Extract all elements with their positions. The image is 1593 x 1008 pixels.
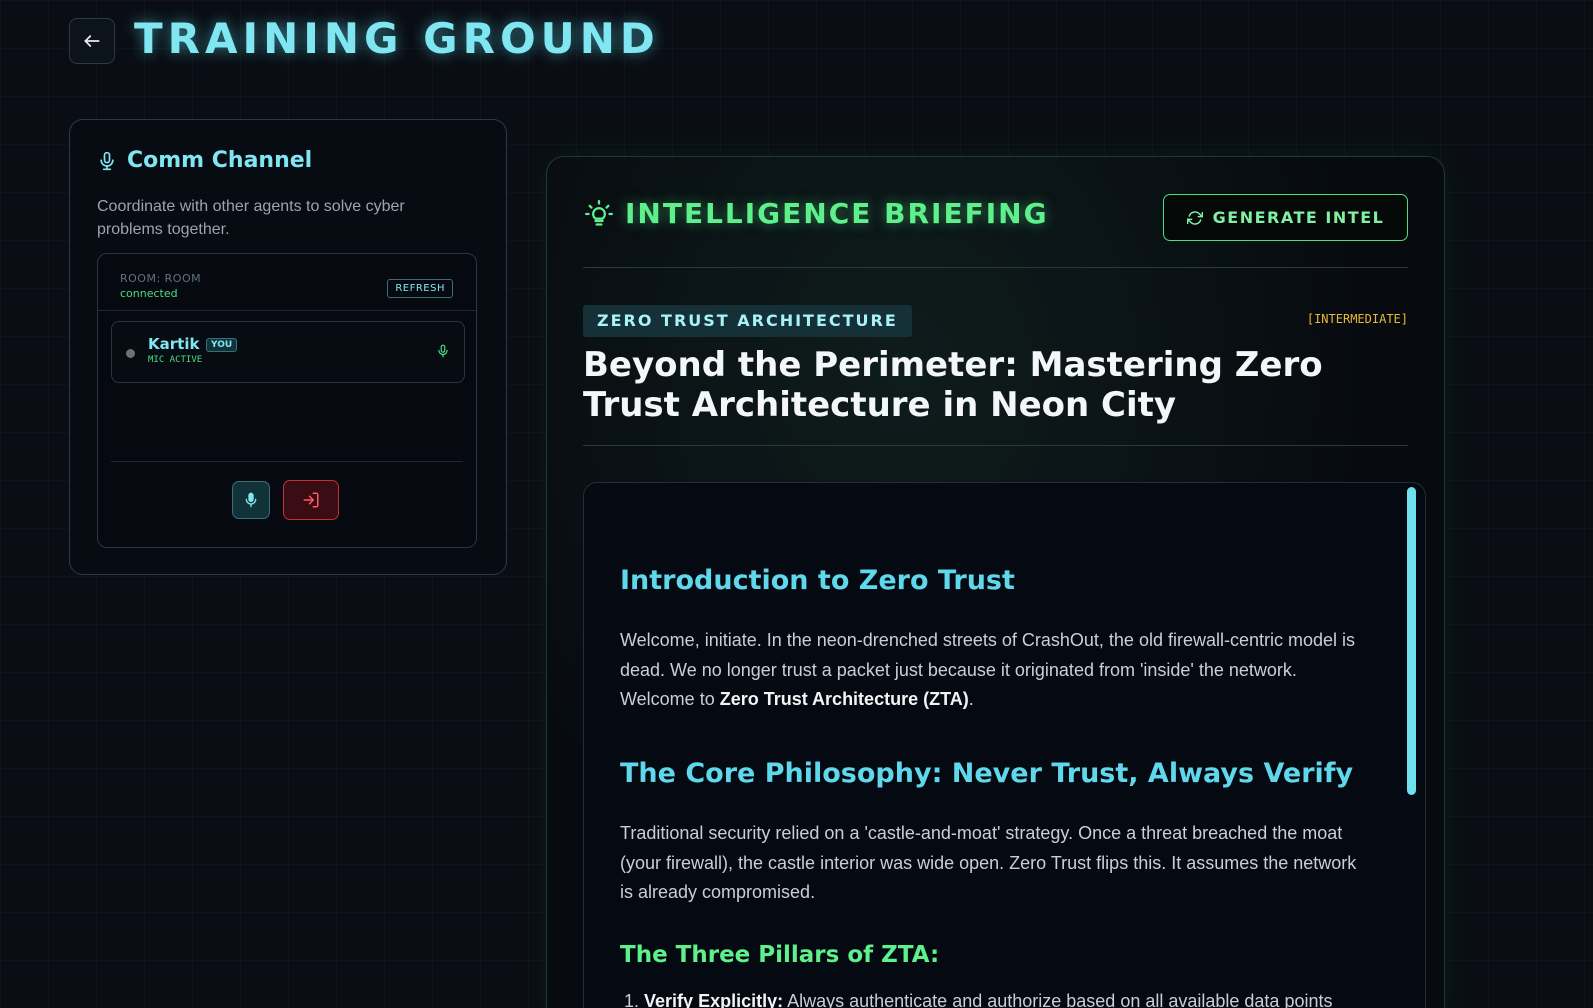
topic-tag: ZERO TRUST ARCHITECTURE: [583, 305, 912, 337]
scrollbar-thumb[interactable]: [1407, 487, 1416, 795]
list-item: 1. Verify Explicitly: Always authenticat…: [624, 991, 1333, 1008]
generate-intel-button[interactable]: GENERATE INTEL: [1163, 194, 1408, 241]
you-badge: YOU: [206, 338, 238, 352]
section-heading-pillars: The Three Pillars of ZTA:: [620, 942, 940, 968]
participant-name: Kartik: [148, 335, 200, 353]
section-heading-intro: Introduction to Zero Trust: [620, 565, 1015, 596]
mic-active-icon: [436, 342, 450, 364]
microphone-icon: [100, 151, 114, 170]
microphone-icon: [245, 492, 257, 508]
briefing-title: INTELLIGENCE BRIEFING: [625, 197, 1049, 230]
arrow-left-icon: [84, 35, 100, 47]
log-in-icon: [303, 492, 319, 508]
mic-toggle-button[interactable]: [232, 481, 270, 519]
comm-channel-title: Comm Channel: [127, 148, 313, 173]
leave-room-button[interactable]: [283, 480, 339, 520]
divider: [583, 267, 1408, 268]
mic-status: MIC ACTIVE: [148, 355, 203, 365]
article-content[interactable]: Introduction to Zero Trust Welcome, init…: [583, 482, 1426, 1008]
room-header: ROOM: ROOM connected REFRESH: [98, 254, 476, 311]
refresh-icon: [1186, 210, 1203, 225]
lightbulb-icon: [585, 199, 613, 226]
participant-card: Kartik YOU MIC ACTIVE: [111, 321, 465, 383]
divider: [583, 445, 1408, 446]
comm-channel-panel: Comm Channel Coordinate with other agent…: [69, 119, 507, 575]
intelligence-briefing-panel: INTELLIGENCE BRIEFING GENERATE INTEL ZER…: [546, 156, 1445, 1008]
status-dot: [126, 349, 135, 358]
paragraph-intro: Welcome, initiate. In the neon-drenched …: [620, 630, 1356, 709]
difficulty-level: [INTERMEDIATE]: [1306, 312, 1408, 326]
generate-intel-label: GENERATE INTEL: [1212, 208, 1385, 227]
article-title: Beyond the Perimeter: Mastering Zero Tru…: [583, 345, 1323, 425]
divider: [111, 461, 463, 462]
training-ground-page: TRAINING GROUND Comm Channel Coordinate …: [0, 0, 1593, 1008]
refresh-button[interactable]: REFRESH: [387, 279, 453, 298]
paragraph-core: Traditional security relied on a 'castle…: [620, 823, 1357, 902]
comm-channel-description: Coordinate with other agents to solve cy…: [97, 198, 405, 238]
section-heading-core: The Core Philosophy: Never Trust, Always…: [620, 758, 1354, 789]
page-title: TRAINING GROUND: [134, 14, 660, 63]
briefing-header: INTELLIGENCE BRIEFING: [585, 197, 1049, 230]
comm-channel-header: Comm Channel: [97, 148, 479, 173]
back-button[interactable]: [69, 18, 115, 64]
room-box: ROOM: ROOM connected REFRESH Kartik YOU …: [97, 253, 477, 548]
